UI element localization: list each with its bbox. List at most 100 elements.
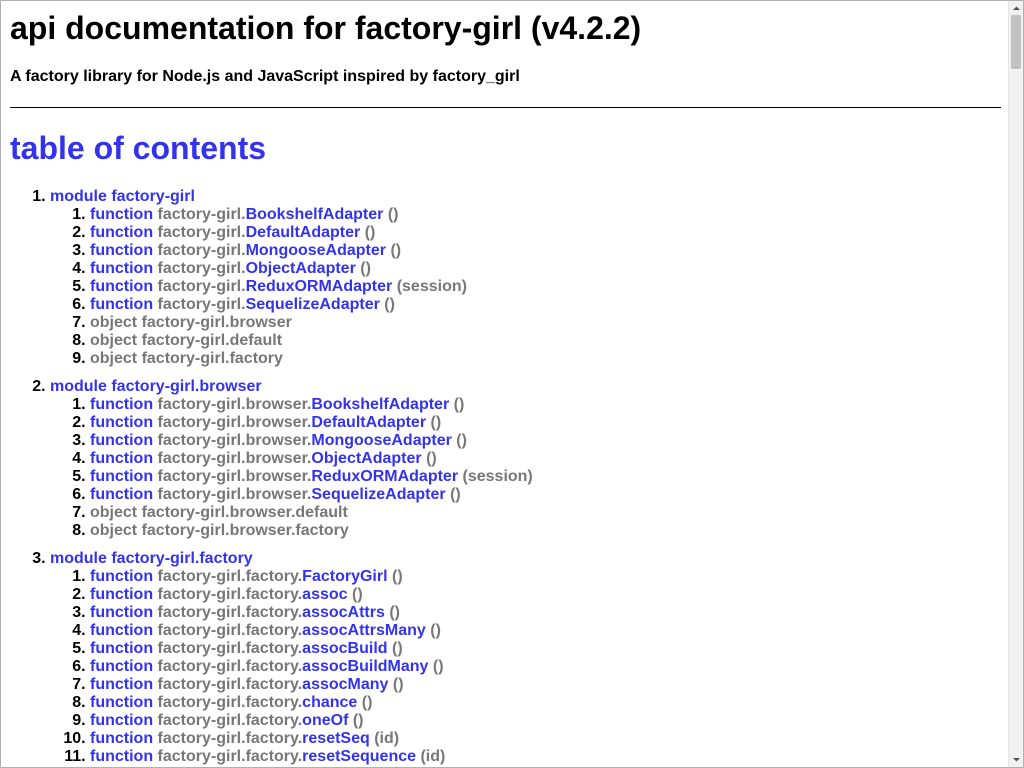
function-keyword-link[interactable]: function (90, 658, 153, 675)
module-link[interactable]: module factory-girl.browser (50, 378, 262, 395)
function-keyword-link[interactable]: function (90, 604, 153, 621)
member-namespace: factory-girl.browser. (157, 450, 312, 467)
function-keyword-link[interactable]: function (90, 396, 153, 413)
document-viewport: api documentation for factory-girl (v4.2… (0, 0, 1024, 768)
member-namespace: factory-girl. (157, 242, 246, 259)
member-namespace: factory-girl.factory. (157, 748, 303, 765)
member-name-link[interactable]: resetSeq (302, 730, 370, 747)
member-namespace: factory-girl. (157, 260, 246, 277)
function-keyword-link[interactable]: function (90, 432, 153, 449)
function-keyword-link[interactable]: function (90, 260, 153, 277)
member-namespace: factory-girl.factory. (157, 640, 303, 657)
function-keyword-link[interactable]: function (90, 468, 153, 485)
function-keyword-link[interactable]: function (90, 640, 153, 657)
member-name-link[interactable]: oneOf (302, 712, 348, 729)
toc-member-item: function factory-girl.browser.ObjectAdap… (90, 450, 1000, 468)
function-keyword-link[interactable]: function (90, 622, 153, 639)
function-keyword-link[interactable]: function (90, 296, 153, 313)
member-name-link[interactable]: MongooseAdapter (246, 242, 386, 259)
member-signature: () (432, 658, 444, 675)
function-keyword-link[interactable]: function (90, 586, 153, 603)
member-name-link[interactable]: assocMany (302, 676, 388, 693)
toc-member-item: function factory-girl.MongooseAdapter () (90, 242, 1000, 260)
member-name-link[interactable]: assocAttrs (302, 604, 385, 621)
member-name-link[interactable]: chance (302, 694, 357, 711)
toc-member-item: function factory-girl.factory.resetSeq (… (90, 730, 1000, 748)
member-signature: () (391, 640, 403, 657)
member-name-link[interactable]: ObjectAdapter (311, 450, 421, 467)
function-keyword-link[interactable]: function (90, 450, 153, 467)
member-name-link[interactable]: MongooseAdapter (311, 432, 451, 449)
object-member-label: object factory-girl.default (90, 332, 283, 349)
member-name-link[interactable]: FactoryGirl (302, 568, 387, 585)
function-keyword-link[interactable]: function (90, 414, 153, 431)
object-member-label: object factory-girl.browser (90, 314, 292, 331)
member-signature: () (430, 414, 442, 431)
member-name-link[interactable]: BookshelfAdapter (246, 206, 384, 223)
member-namespace: factory-girl.factory. (157, 568, 303, 585)
toc-member-item: function factory-girl.SequelizeAdapter (… (90, 296, 1000, 314)
member-namespace: factory-girl.factory. (157, 712, 303, 729)
member-signature: (id) (374, 730, 400, 747)
member-namespace: factory-girl.browser. (157, 486, 312, 503)
member-name-link[interactable]: assocBuildMany (302, 658, 428, 675)
vertical-scrollbar[interactable] (1008, 1, 1023, 767)
member-name-link[interactable]: SequelizeAdapter (246, 296, 380, 313)
member-name-link[interactable]: assoc (302, 586, 347, 603)
member-namespace: factory-girl.factory. (157, 694, 303, 711)
member-signature: () (430, 622, 441, 639)
member-signature: (session) (396, 278, 467, 295)
object-member-label: object factory-girl.browser.factory (90, 522, 349, 539)
toc-member-item: object factory-girl.factory (90, 350, 1000, 368)
toc-member-list: function factory-girl.BookshelfAdapter (… (50, 206, 1000, 368)
member-name-link[interactable]: SequelizeAdapter (311, 486, 445, 503)
member-signature: () (389, 604, 400, 621)
function-keyword-link[interactable]: function (90, 676, 153, 693)
member-name-link[interactable]: DefaultAdapter (246, 224, 361, 241)
function-keyword-link[interactable]: function (90, 568, 153, 585)
function-keyword-link[interactable]: function (90, 278, 153, 295)
member-name-link[interactable]: resetSequence (302, 748, 416, 765)
member-namespace: factory-girl.browser. (157, 396, 312, 413)
member-signature: () (352, 712, 364, 729)
member-signature: () (387, 206, 399, 223)
member-namespace: factory-girl.factory. (157, 586, 303, 603)
scrollbar-thumb[interactable] (1011, 15, 1021, 69)
module-link[interactable]: module factory-girl (50, 188, 195, 205)
function-keyword-link[interactable]: function (90, 486, 153, 503)
function-keyword-link[interactable]: function (90, 748, 153, 765)
member-name-link[interactable]: ReduxORMAdapter (246, 278, 393, 295)
member-namespace: factory-girl.factory. (157, 730, 303, 747)
function-keyword-link[interactable]: function (90, 730, 153, 747)
function-keyword-link[interactable]: function (90, 242, 153, 259)
scroll-up-arrow-icon[interactable] (1009, 1, 1024, 16)
function-keyword-link[interactable]: function (90, 206, 153, 223)
member-name-link[interactable]: ObjectAdapter (246, 260, 356, 277)
member-namespace: factory-girl. (157, 224, 246, 241)
toc-heading-link[interactable]: table of contents (10, 129, 266, 167)
member-name-link[interactable]: assocAttrsMany (302, 622, 426, 639)
member-signature: () (361, 694, 373, 711)
member-namespace: factory-girl.factory. (157, 622, 303, 639)
member-name-link[interactable]: ReduxORMAdapter (311, 468, 458, 485)
toc-member-item: object factory-girl.browser (90, 314, 1000, 332)
function-keyword-link[interactable]: function (90, 712, 153, 729)
toc-member-item: function factory-girl.factory.assocAttrs… (90, 622, 1000, 640)
function-keyword-link[interactable]: function (90, 224, 153, 241)
toc-member-item: function factory-girl.factory.chance () (90, 694, 1000, 712)
member-name-link[interactable]: DefaultAdapter (311, 414, 426, 431)
member-signature: () (391, 568, 403, 585)
function-keyword-link[interactable]: function (90, 694, 153, 711)
scroll-down-arrow-icon[interactable] (1009, 752, 1024, 767)
horizontal-rule (10, 107, 1001, 108)
member-name-link[interactable]: assocBuild (302, 640, 387, 657)
member-name-link[interactable]: BookshelfAdapter (311, 396, 449, 413)
member-namespace: factory-girl.browser. (157, 414, 312, 431)
toc-member-item: function factory-girl.ObjectAdapter () (90, 260, 1000, 278)
member-signature: () (390, 242, 402, 259)
toc-member-item: function factory-girl.browser.DefaultAda… (90, 414, 1000, 432)
module-link[interactable]: module factory-girl.factory (50, 550, 253, 567)
toc-member-item: object factory-girl.browser.factory (90, 522, 1000, 540)
toc-member-list: function factory-girl.factory.FactoryGir… (50, 568, 1000, 766)
member-namespace: factory-girl.browser. (157, 468, 312, 485)
